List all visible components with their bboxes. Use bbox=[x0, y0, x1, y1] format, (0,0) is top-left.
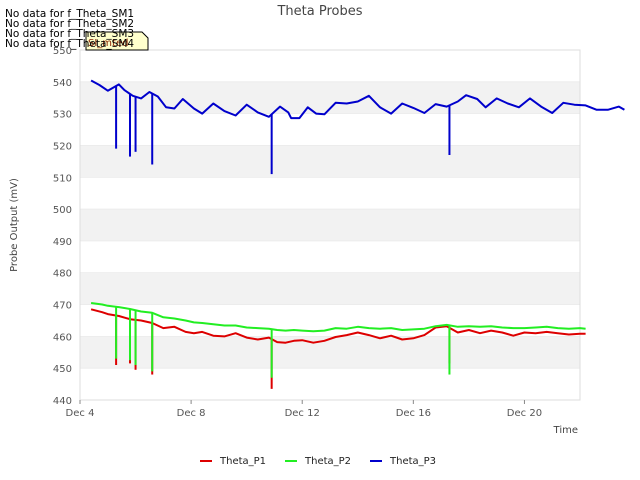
y-tick-label: 450 bbox=[53, 364, 72, 375]
x-tick-label: Dec 12 bbox=[285, 408, 320, 419]
nodata-messages: No data for f_Theta_SM1 No data for f_Th… bbox=[5, 8, 134, 50]
legend-label-p1: Theta_P1 bbox=[219, 456, 266, 467]
y-tick-label: 520 bbox=[53, 141, 72, 152]
y-tick-label: 480 bbox=[53, 269, 72, 280]
grid-band bbox=[80, 272, 580, 305]
y-tick-label: 530 bbox=[53, 110, 72, 121]
y-tick-label: 470 bbox=[53, 301, 72, 312]
y-axis-title: Probe Output (mV) bbox=[9, 178, 20, 272]
grid-band bbox=[80, 145, 580, 178]
legend: Theta_P1 Theta_P2 Theta_P3 bbox=[200, 456, 436, 467]
y-tick-label: 510 bbox=[53, 173, 72, 184]
grid-band bbox=[80, 336, 580, 369]
legend-label-p2: Theta_P2 bbox=[304, 456, 351, 467]
chart: Dec 4 Dec 8 Dec 12 Dec 16 Dec 20 440 450 460 47… bbox=[5, 4, 625, 467]
y-tick-label: 460 bbox=[53, 332, 72, 343]
x-axis: Dec 4 Dec 8 Dec 12 Dec 16 Dec 20 bbox=[66, 400, 542, 419]
x-axis-title: Time bbox=[553, 425, 578, 436]
y-tick-label: 500 bbox=[53, 205, 72, 216]
y-tick-label: 540 bbox=[53, 78, 72, 89]
nodata-message: No data for f_Theta_SM4 bbox=[5, 38, 134, 50]
x-tick-label: Dec 4 bbox=[66, 408, 95, 419]
x-tick-label: Dec 20 bbox=[507, 408, 542, 419]
legend-label-p3: Theta_P3 bbox=[389, 456, 436, 467]
y-axis: 440450460470480490500510520530540550 bbox=[53, 46, 72, 407]
grid-band bbox=[80, 209, 580, 241]
x-tick-label: Dec 16 bbox=[396, 408, 431, 419]
y-tick-label: 440 bbox=[53, 396, 72, 407]
y-tick-label: 490 bbox=[53, 237, 72, 248]
x-tick-label: Dec 8 bbox=[177, 408, 206, 419]
chart-title: Theta Probes bbox=[276, 4, 362, 19]
